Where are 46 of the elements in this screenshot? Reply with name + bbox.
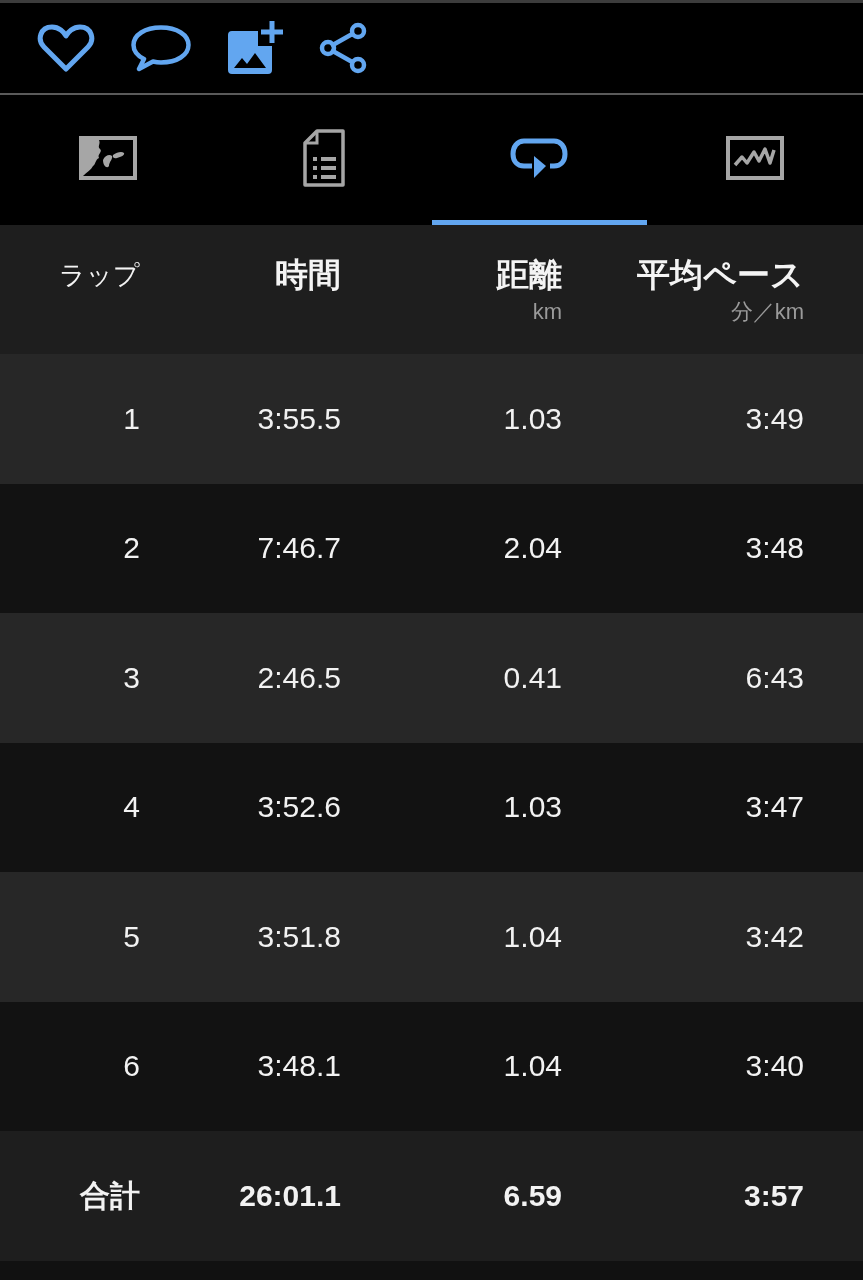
total-cell: 合計 bbox=[80, 1178, 140, 1214]
total-cell: 3:57 bbox=[743, 1178, 804, 1214]
table-cell: 5 bbox=[123, 918, 140, 955]
table-cell: 3:42 bbox=[745, 918, 804, 955]
document-list-icon bbox=[302, 128, 345, 187]
column-header: 時間 bbox=[275, 255, 341, 295]
comment-button[interactable] bbox=[131, 24, 191, 72]
table-cell: 2 bbox=[123, 530, 140, 567]
table-cell: 3:51.8 bbox=[257, 918, 341, 955]
table-cell: 0.41 bbox=[503, 659, 562, 696]
table-cell: 3:47 bbox=[745, 789, 804, 826]
table-cell: 7:46.7 bbox=[257, 530, 341, 567]
table-cell: 1.04 bbox=[503, 1048, 562, 1085]
line-chart-icon bbox=[726, 135, 785, 180]
share-icon bbox=[319, 22, 367, 74]
total-cell: 6.59 bbox=[503, 1178, 562, 1214]
column-header: 平均ペース bbox=[637, 255, 804, 295]
table-cell: 2:46.5 bbox=[257, 659, 341, 696]
table-cell: 6:43 bbox=[745, 659, 804, 696]
column-header: 距離 bbox=[496, 255, 562, 295]
map-icon bbox=[78, 135, 137, 180]
table-cell: 3:55.5 bbox=[257, 400, 341, 437]
speech-bubble-icon bbox=[131, 24, 191, 72]
table-cell: 3:52.6 bbox=[257, 789, 341, 826]
add-photo-button[interactable] bbox=[227, 21, 283, 75]
column-header: ラップ bbox=[59, 259, 140, 292]
unit-label: km bbox=[532, 298, 562, 326]
table-cell: 3:48 bbox=[745, 530, 804, 567]
table-cell: 1.03 bbox=[503, 400, 562, 437]
image-plus-icon bbox=[227, 21, 283, 75]
loop-arrow-icon bbox=[510, 136, 569, 179]
share-button[interactable] bbox=[319, 22, 367, 74]
total-cell: 26:01.1 bbox=[239, 1178, 341, 1214]
table-cell: 3:40 bbox=[745, 1048, 804, 1085]
unit-label: 分／km bbox=[730, 298, 804, 326]
heart-icon bbox=[37, 24, 95, 72]
table-cell: 6 bbox=[123, 1048, 140, 1085]
table-cell: 1 bbox=[123, 400, 140, 437]
table-cell: 2.04 bbox=[503, 530, 562, 567]
table-cell: 3:49 bbox=[745, 400, 804, 437]
table-cell: 1.04 bbox=[503, 918, 562, 955]
table-cell: 1.03 bbox=[503, 789, 562, 826]
table-cell: 3 bbox=[123, 659, 140, 696]
like-button[interactable] bbox=[37, 24, 95, 72]
table-cell: 3:48.1 bbox=[257, 1048, 341, 1085]
table-cell: 4 bbox=[123, 789, 140, 826]
